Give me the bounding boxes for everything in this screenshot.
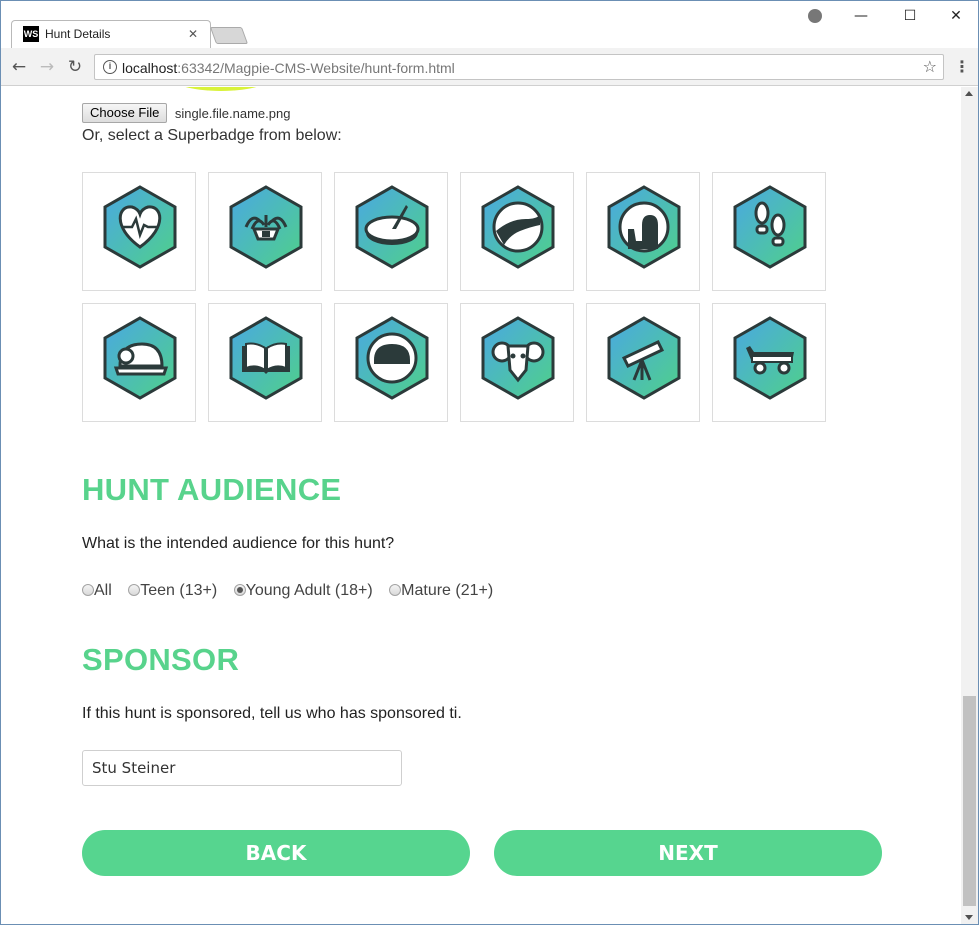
superbadge-prompt: Or, select a Superbadge from below:	[82, 127, 342, 144]
badge-fountain[interactable]	[208, 172, 322, 291]
sponsor-input[interactable]: Stu Steiner	[82, 750, 402, 786]
scroll-thumb[interactable]	[963, 696, 976, 906]
info-icon[interactable]: i	[103, 60, 117, 74]
page-content: Choose File single.file.name.png Or, sel…	[1, 87, 961, 924]
ram-skull-icon	[481, 316, 555, 400]
fireplace-icon	[607, 185, 681, 269]
badge-river-road[interactable]	[460, 172, 574, 291]
heart-monitor-icon	[103, 185, 177, 269]
sundial-icon	[355, 185, 429, 269]
audience-question: What is the intended audience for this h…	[82, 535, 395, 552]
sponsor-question: If this hunt is sponsored, tell us who h…	[82, 705, 462, 722]
webstorm-favicon-icon: WS	[23, 26, 39, 42]
sponsor-heading: SPONSOR	[82, 642, 240, 677]
browser-tab[interactable]	[11, 20, 211, 48]
vertical-scrollbar[interactable]	[961, 87, 978, 924]
radio-young-adult-label[interactable]: Young Adult (18+)	[246, 582, 373, 599]
radio-all-label[interactable]: All	[94, 582, 112, 599]
badge-wagon[interactable]	[712, 303, 826, 422]
badge-sundial[interactable]	[334, 172, 448, 291]
scroll-up-arrow-icon[interactable]	[965, 91, 973, 96]
radio-mature-label[interactable]: Mature (21+)	[401, 582, 493, 599]
footprints-icon	[733, 185, 807, 269]
badge-fireplace[interactable]	[586, 172, 700, 291]
badge-ram-skull[interactable]	[460, 303, 574, 422]
telescope-icon	[607, 316, 681, 400]
back-button[interactable]: BACK	[82, 830, 470, 876]
radio-all[interactable]	[82, 584, 94, 596]
hunt-audience-heading: HUNT AUDIENCE	[82, 472, 342, 507]
badge-open-book[interactable]	[208, 303, 322, 422]
tab-title: Hunt Details	[45, 27, 111, 41]
account-icon[interactable]	[808, 9, 822, 23]
radio-mature[interactable]	[389, 584, 402, 596]
radio-teen[interactable]	[128, 584, 141, 596]
radio-teen-label[interactable]: Teen (13+)	[140, 582, 217, 599]
forward-arrow-icon[interactable]: →	[36, 56, 58, 78]
space-helmet-icon	[355, 316, 429, 400]
badge-heart-monitor[interactable]	[82, 172, 196, 291]
fountain-icon	[229, 185, 303, 269]
badge-footprints[interactable]	[712, 172, 826, 291]
file-upload-row: Choose File single.file.name.png	[82, 103, 290, 123]
minimize-icon[interactable]: —	[846, 7, 876, 25]
url-text: localhost:63342/Magpie-CMS-Website/hunt-…	[122, 60, 455, 76]
river-road-icon	[481, 185, 555, 269]
address-bar[interactable]: i localhost:63342/Magpie-CMS-Website/hun…	[94, 54, 944, 80]
new-tab-button[interactable]	[209, 27, 249, 44]
menu-dots-icon[interactable]: ⋮	[954, 56, 970, 78]
next-button[interactable]: NEXT	[494, 830, 882, 876]
badge-mining-helmet[interactable]	[82, 303, 196, 422]
badge-space-helmet[interactable]	[334, 303, 448, 422]
title-bar: WS Hunt Details ✕ — ☐ ✕	[1, 1, 978, 48]
bookmark-star-icon[interactable]: ☆	[923, 56, 937, 78]
tab-close-icon[interactable]: ✕	[188, 27, 198, 41]
mining-helmet-icon	[103, 316, 177, 400]
wagon-icon	[733, 316, 807, 400]
browser-toolbar: ← → ↻ i localhost:63342/Magpie-CMS-Websi…	[1, 48, 978, 86]
close-window-icon[interactable]: ✕	[941, 7, 971, 25]
radio-young-adult[interactable]	[233, 584, 246, 596]
selected-file-name: single.file.name.png	[174, 105, 291, 121]
browser-window: WS Hunt Details ✕ — ☐ ✕ ← → ↻ i localhos…	[0, 0, 979, 925]
open-book-icon	[229, 316, 303, 400]
scroll-down-arrow-icon[interactable]	[965, 915, 973, 920]
choose-file-button[interactable]: Choose File	[82, 103, 168, 123]
back-arrow-icon[interactable]: ←	[8, 56, 30, 78]
audience-radio-group: All Teen (13+) Young Adult (18+) Mature …	[82, 582, 505, 600]
badge-telescope[interactable]	[586, 303, 700, 422]
maximize-icon[interactable]: ☐	[895, 7, 925, 25]
reload-icon[interactable]: ↻	[64, 56, 86, 78]
decorative-shape	[166, 87, 276, 91]
